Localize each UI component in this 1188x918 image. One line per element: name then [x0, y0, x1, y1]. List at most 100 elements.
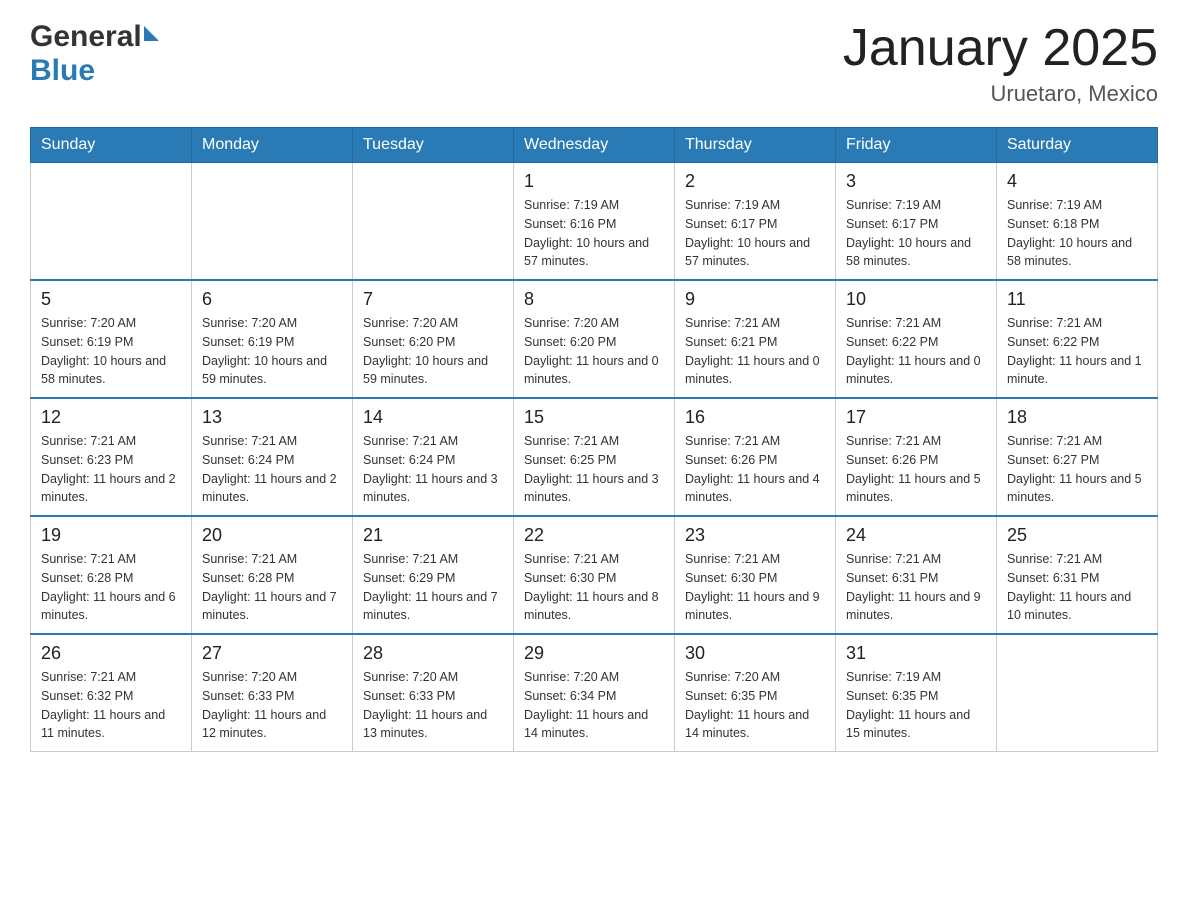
day-number: 30 [685, 643, 825, 664]
calendar-cell [997, 634, 1158, 752]
calendar-subtitle: Uruetaro, Mexico [843, 81, 1158, 107]
day-info: Sunrise: 7:19 AMSunset: 6:17 PMDaylight:… [846, 196, 986, 271]
logo: General Blue [30, 20, 159, 88]
day-info: Sunrise: 7:21 AMSunset: 6:22 PMDaylight:… [846, 314, 986, 389]
logo-general-text: General [30, 20, 142, 54]
day-info: Sunrise: 7:21 AMSunset: 6:23 PMDaylight:… [41, 432, 181, 507]
day-number: 1 [524, 171, 664, 192]
day-info: Sunrise: 7:20 AMSunset: 6:19 PMDaylight:… [41, 314, 181, 389]
calendar-cell: 3 Sunrise: 7:19 AMSunset: 6:17 PMDaylight… [836, 163, 997, 281]
day-number: 14 [363, 407, 503, 428]
day-info: Sunrise: 7:21 AMSunset: 6:24 PMDaylight:… [202, 432, 342, 507]
calendar-cell: 25 Sunrise: 7:21 AMSunset: 6:31 PMDayligh… [997, 516, 1158, 634]
day-number: 21 [363, 525, 503, 546]
calendar-cell: 9 Sunrise: 7:21 AMSunset: 6:21 PMDaylight… [675, 280, 836, 398]
day-number: 29 [524, 643, 664, 664]
day-number: 18 [1007, 407, 1147, 428]
calendar-cell: 16Sunrise: 7:21 AMSunset: 6:26 PMDayligh… [675, 398, 836, 516]
calendar-cell: 24 Sunrise: 7:21 AMSunset: 6:31 PMDayligh… [836, 516, 997, 634]
day-number: 11 [1007, 289, 1147, 310]
calendar-cell: 2Sunrise: 7:19 AMSunset: 6:17 PMDaylight… [675, 163, 836, 281]
calendar-cell: 31 Sunrise: 7:19 AMSunset: 6:35 PMDayligh… [836, 634, 997, 752]
day-info: Sunrise: 7:21 AMSunset: 6:25 PMDaylight:… [524, 432, 664, 507]
day-number: 26 [41, 643, 181, 664]
weekday-header-sunday: Sunday [31, 128, 192, 163]
calendar-cell: 11 Sunrise: 7:21 AMSunset: 6:22 PMDayligh… [997, 280, 1158, 398]
calendar-cell: 27 Sunrise: 7:20 AMSunset: 6:33 PMDayligh… [192, 634, 353, 752]
weekday-header-tuesday: Tuesday [353, 128, 514, 163]
day-info: Sunrise: 7:21 AMSunset: 6:28 PMDaylight:… [41, 550, 181, 625]
calendar-cell [192, 163, 353, 281]
day-number: 20 [202, 525, 342, 546]
day-info: Sunrise: 7:21 AMSunset: 6:31 PMDaylight:… [846, 550, 986, 625]
weekday-header-saturday: Saturday [997, 128, 1158, 163]
day-number: 10 [846, 289, 986, 310]
calendar-cell: 28 Sunrise: 7:20 AMSunset: 6:33 PMDayligh… [353, 634, 514, 752]
calendar-cell: 15 Sunrise: 7:21 AMSunset: 6:25 PMDayligh… [514, 398, 675, 516]
calendar-cell: 7Sunrise: 7:20 AMSunset: 6:20 PMDaylight… [353, 280, 514, 398]
calendar-cell: 5 Sunrise: 7:20 AMSunset: 6:19 PMDaylight… [31, 280, 192, 398]
day-info: Sunrise: 7:20 AMSunset: 6:35 PMDaylight:… [685, 668, 825, 743]
weekday-header-monday: Monday [192, 128, 353, 163]
day-number: 5 [41, 289, 181, 310]
day-info: Sunrise: 7:20 AMSunset: 6:34 PMDaylight:… [524, 668, 664, 743]
day-number: 8 [524, 289, 664, 310]
day-info: Sunrise: 7:20 AMSunset: 6:20 PMDaylight:… [363, 314, 503, 389]
day-info: Sunrise: 7:21 AMSunset: 6:31 PMDaylight:… [1007, 550, 1147, 625]
day-info: Sunrise: 7:21 AMSunset: 6:27 PMDaylight:… [1007, 432, 1147, 507]
page-header: General Blue January 2025 Uruetaro, Mexi… [30, 20, 1158, 107]
day-info: Sunrise: 7:20 AMSunset: 6:33 PMDaylight:… [363, 668, 503, 743]
calendar-cell: 21 Sunrise: 7:21 AMSunset: 6:29 PMDayligh… [353, 516, 514, 634]
day-info: Sunrise: 7:21 AMSunset: 6:21 PMDaylight:… [685, 314, 825, 389]
day-number: 24 [846, 525, 986, 546]
logo-arrow-icon [144, 26, 159, 41]
day-info: Sunrise: 7:21 AMSunset: 6:29 PMDaylight:… [363, 550, 503, 625]
day-number: 12 [41, 407, 181, 428]
calendar-cell: 17 Sunrise: 7:21 AMSunset: 6:26 PMDayligh… [836, 398, 997, 516]
day-number: 4 [1007, 171, 1147, 192]
day-info: Sunrise: 7:20 AMSunset: 6:20 PMDaylight:… [524, 314, 664, 389]
day-number: 23 [685, 525, 825, 546]
day-number: 13 [202, 407, 342, 428]
calendar-cell: 12 Sunrise: 7:21 AMSunset: 6:23 PMDayligh… [31, 398, 192, 516]
calendar-cell: 8 Sunrise: 7:20 AMSunset: 6:20 PMDaylight… [514, 280, 675, 398]
day-info: Sunrise: 7:19 AMSunset: 6:35 PMDaylight:… [846, 668, 986, 743]
day-number: 25 [1007, 525, 1147, 546]
weekday-header-wednesday: Wednesday [514, 128, 675, 163]
day-number: 22 [524, 525, 664, 546]
day-info: Sunrise: 7:21 AMSunset: 6:30 PMDaylight:… [685, 550, 825, 625]
calendar-cell: 1 Sunrise: 7:19 AMSunset: 6:16 PMDaylight… [514, 163, 675, 281]
day-info: Sunrise: 7:21 AMSunset: 6:30 PMDaylight:… [524, 550, 664, 625]
calendar-week-row: 19 Sunrise: 7:21 AMSunset: 6:28 PMDayligh… [31, 516, 1158, 634]
calendar-cell: 20Sunrise: 7:21 AMSunset: 6:28 PMDayligh… [192, 516, 353, 634]
day-number: 28 [363, 643, 503, 664]
day-number: 16 [685, 407, 825, 428]
calendar-cell: 13 Sunrise: 7:21 AMSunset: 6:24 PMDayligh… [192, 398, 353, 516]
calendar-week-row: 1 Sunrise: 7:19 AMSunset: 6:16 PMDaylight… [31, 163, 1158, 281]
calendar-week-row: 26 Sunrise: 7:21 AMSunset: 6:32 PMDayligh… [31, 634, 1158, 752]
day-info: Sunrise: 7:21 AMSunset: 6:22 PMDaylight:… [1007, 314, 1147, 389]
day-info: Sunrise: 7:21 AMSunset: 6:26 PMDaylight:… [846, 432, 986, 507]
day-number: 2 [685, 171, 825, 192]
calendar-cell: 4Sunrise: 7:19 AMSunset: 6:18 PMDaylight… [997, 163, 1158, 281]
calendar-cell: 23 Sunrise: 7:21 AMSunset: 6:30 PMDayligh… [675, 516, 836, 634]
day-info: Sunrise: 7:20 AMSunset: 6:33 PMDaylight:… [202, 668, 342, 743]
calendar-title: January 2025 [843, 20, 1158, 77]
calendar-cell: 6Sunrise: 7:20 AMSunset: 6:19 PMDaylight… [192, 280, 353, 398]
title-section: January 2025 Uruetaro, Mexico [843, 20, 1158, 107]
day-number: 15 [524, 407, 664, 428]
calendar-cell: 26 Sunrise: 7:21 AMSunset: 6:32 PMDayligh… [31, 634, 192, 752]
calendar-cell: 18 Sunrise: 7:21 AMSunset: 6:27 PMDayligh… [997, 398, 1158, 516]
day-number: 19 [41, 525, 181, 546]
day-number: 3 [846, 171, 986, 192]
day-number: 31 [846, 643, 986, 664]
day-number: 9 [685, 289, 825, 310]
day-info: Sunrise: 7:19 AMSunset: 6:16 PMDaylight:… [524, 196, 664, 271]
day-info: Sunrise: 7:21 AMSunset: 6:24 PMDaylight:… [363, 432, 503, 507]
day-number: 27 [202, 643, 342, 664]
day-number: 17 [846, 407, 986, 428]
day-info: Sunrise: 7:21 AMSunset: 6:32 PMDaylight:… [41, 668, 181, 743]
calendar-week-row: 5 Sunrise: 7:20 AMSunset: 6:19 PMDaylight… [31, 280, 1158, 398]
weekday-header-friday: Friday [836, 128, 997, 163]
calendar-cell: 10 Sunrise: 7:21 AMSunset: 6:22 PMDayligh… [836, 280, 997, 398]
